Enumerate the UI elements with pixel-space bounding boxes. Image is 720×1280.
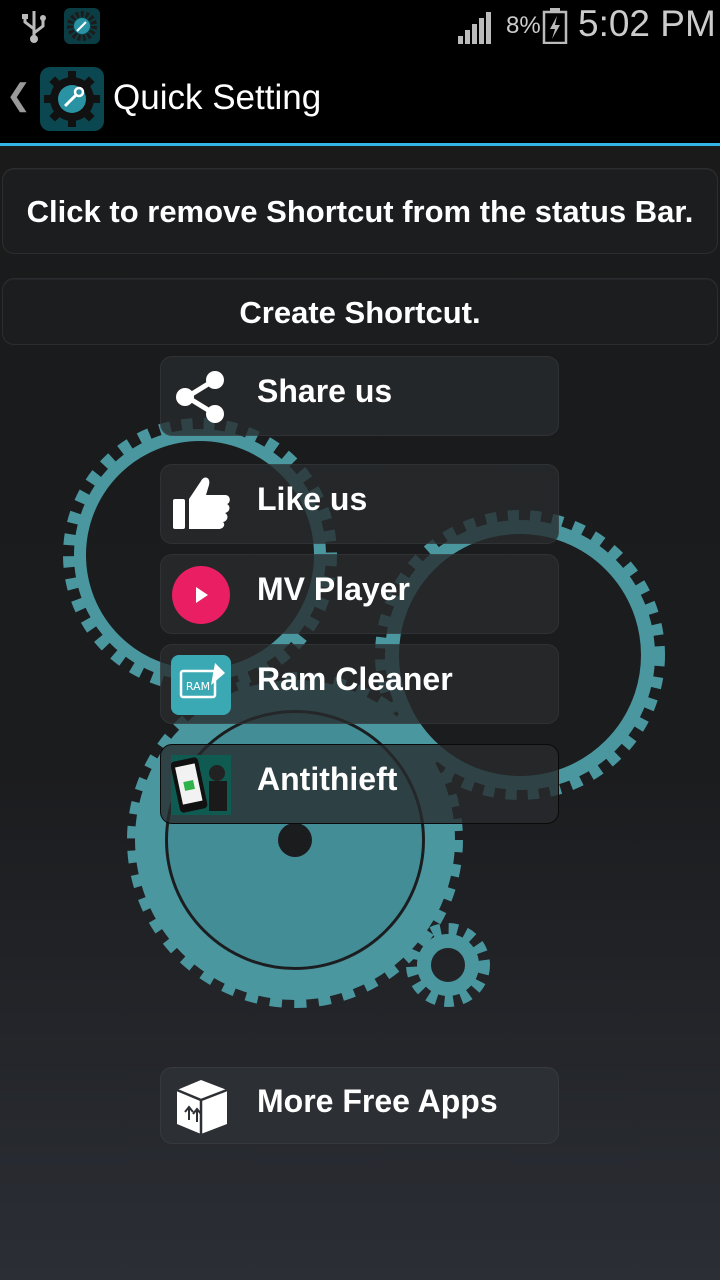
ram-cleaner-icon: RAM [171,655,231,715]
menu-label: Ram Cleaner [257,661,453,697]
menu-label: Like us [257,481,368,517]
menu-label: Share us [257,373,393,409]
gear-hole [278,823,312,857]
menu-label: Antithieft [257,761,398,797]
mv-player-button[interactable]: MV Player [160,554,559,634]
share-us-button[interactable]: Share us [160,356,559,436]
share-icon [176,371,224,423]
ram-cleaner-button[interactable]: RAM Ram Cleaner [160,644,559,724]
box-icon [176,1080,228,1134]
create-shortcut-button[interactable]: Create Shortcut. [2,278,718,345]
small-gear [406,923,490,1007]
remove-shortcut-button[interactable]: Click to remove Shortcut from the status… [2,168,718,254]
play-icon [172,566,230,624]
menu-label: More Free Apps [257,1083,498,1119]
thumbs-up-icon [173,477,230,529]
antitheft-button[interactable]: Antithieft [160,744,559,824]
menu-label: MV Player [257,571,410,607]
svg-text:RAM: RAM [186,680,210,693]
antitheft-icon [171,755,231,815]
like-us-button[interactable]: Like us [160,464,559,544]
more-free-apps-button[interactable]: More Free Apps [160,1067,559,1144]
